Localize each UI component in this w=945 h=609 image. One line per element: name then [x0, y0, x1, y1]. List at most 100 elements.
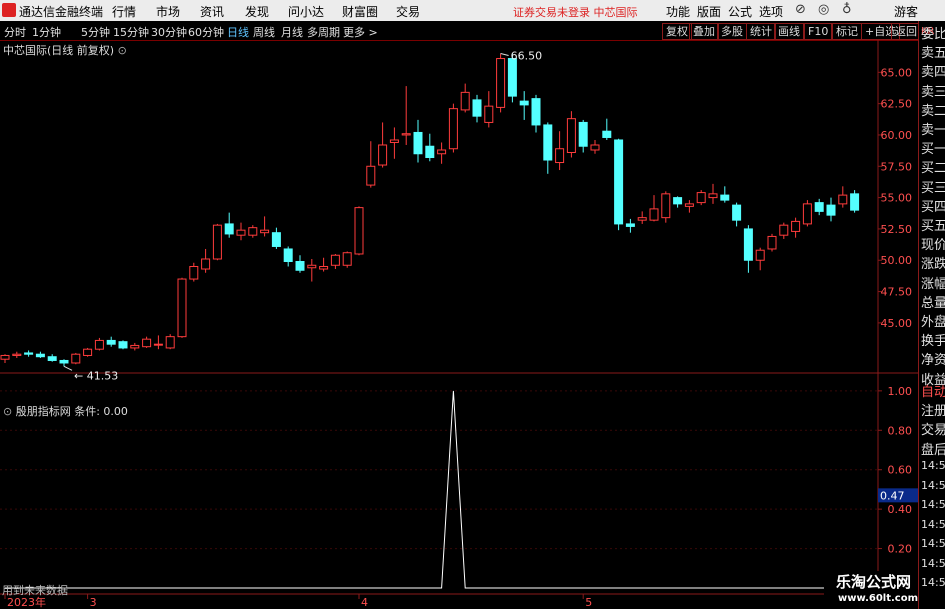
settings-icon[interactable]: ⊘ [795, 2, 806, 17]
panel-time-0: 14:56 [921, 459, 945, 472]
candle-body [767, 235, 777, 250]
candle-body [791, 220, 801, 232]
date-tick-label: 3 [90, 596, 97, 609]
candle-body [838, 194, 848, 205]
candle-body [578, 121, 588, 147]
panel-time-4: 14:56 [921, 537, 945, 550]
chart-title: 中芯国际(日线 前复权) [3, 44, 115, 57]
panel-label-13: 涨幅 [921, 276, 945, 292]
chart-grid [0, 40, 918, 599]
panel-label-14: 总量 [921, 295, 945, 311]
panel-action-2[interactable]: 交易 [921, 422, 945, 440]
candle-body [94, 339, 104, 350]
candle-body [531, 98, 541, 126]
chart-area[interactable]: 66.50 ← 41.53 45.00 47.50 50.00 52.50 55.00 57… [0, 21, 918, 609]
price-tick-label: 47.50 [881, 286, 913, 299]
candle-body [177, 278, 187, 338]
candle-body [496, 58, 506, 108]
candle-body [437, 149, 447, 155]
date-axis: 2023年 3 4 5 [4, 594, 592, 609]
menu-item-function[interactable]: 功能 [666, 3, 690, 20]
candle-body [47, 356, 57, 361]
menu-item-market[interactable]: 行情 [112, 3, 136, 20]
menu-item-news[interactable]: 资讯 [200, 3, 224, 20]
panel-label-10: 买五 [921, 219, 945, 234]
panel-action-0[interactable]: 自动 [921, 384, 945, 402]
candle-body [307, 264, 317, 269]
indicator-tick-label: 1.00 [888, 385, 913, 398]
candle-body [755, 249, 765, 261]
candle-body [389, 139, 399, 143]
annotation-label: ← 41.53 [74, 369, 118, 382]
panel-time-2: 14:56 [921, 498, 945, 511]
candle-body [826, 204, 836, 216]
chevron-down-icon[interactable]: ⊙ [118, 44, 127, 57]
candle-body [614, 139, 624, 225]
panel-label-3: 卖三 [921, 84, 945, 100]
candle-body [130, 344, 140, 349]
menu-item-options[interactable]: 选项 [759, 3, 783, 20]
candle-body [319, 266, 329, 270]
candle-body [401, 133, 411, 136]
watermark: 乐淘公式网 www.60lt.com [824, 571, 918, 607]
chart-annotations: 66.50 ← 41.53 [63, 50, 542, 382]
panel-label-6: 买一 [921, 142, 945, 158]
candle-body [625, 223, 635, 227]
candle-body [283, 248, 293, 262]
candle-body [814, 202, 824, 212]
candle-body [271, 232, 281, 247]
panel-label-17: 净资 [921, 353, 945, 369]
candle-body [555, 148, 565, 164]
app-title: 通达信金融终端 [19, 5, 104, 19]
headset-icon[interactable]: ◎ [818, 2, 829, 17]
candle-body [507, 58, 517, 97]
candle-body [35, 353, 45, 358]
candlestick-series [0, 53, 860, 367]
candle-body [212, 224, 222, 260]
menu-item-trade[interactable]: 交易 [396, 3, 420, 20]
indicator-tick-label: 0.40 [888, 503, 913, 516]
candle-body [153, 343, 163, 346]
menu-item-assistant[interactable]: 问小达 [288, 3, 324, 20]
candle-body [425, 145, 435, 159]
annotation-arrow [500, 53, 509, 57]
menu-item-formula[interactable]: 公式 [728, 3, 752, 20]
panel-label-1: 卖五 [921, 46, 945, 62]
panel-action-3[interactable]: 盘后 [921, 442, 945, 460]
menu-item-wealth[interactable]: 财富圈 [342, 3, 378, 20]
candle-body [566, 118, 576, 154]
guest-label[interactable]: 游客 [894, 3, 918, 20]
candle-body [661, 193, 671, 219]
candle-body [484, 105, 494, 123]
login-notice[interactable]: 证券交易未登录 中芯国际 [513, 4, 638, 20]
menu-item-markets[interactable]: 市场 [156, 3, 180, 20]
panel-action-1[interactable]: 注册 [921, 403, 945, 421]
watermark-title: 乐淘公式网 [836, 573, 912, 591]
candle-body [59, 359, 69, 364]
shirt-icon[interactable]: ♁ [842, 2, 852, 17]
candle-body [850, 193, 860, 211]
chevron-down-icon[interactable]: ⊙ [3, 405, 12, 418]
panel-label-0: 委比 [921, 27, 945, 42]
candle-body [720, 194, 730, 201]
panel-label-12: 涨跌 [921, 257, 945, 273]
candle-body [201, 258, 211, 270]
annotation-label: 66.50 [511, 50, 542, 63]
price-tick-label: 52.50 [881, 223, 913, 236]
candle-body [83, 348, 93, 356]
candle-body [543, 124, 553, 161]
candle-body [236, 229, 246, 236]
menu-item-discover[interactable]: 发现 [245, 3, 269, 20]
watermark-url: www.60lt.com [838, 593, 919, 604]
candle-body [519, 100, 529, 106]
panel-label-5: 卖一 [921, 123, 945, 138]
menu-item-layout[interactable]: 版面 [697, 3, 721, 20]
candle-body [71, 353, 81, 364]
panel-time-3: 14:56 [921, 517, 945, 531]
candle-body [602, 130, 612, 138]
candle-body [472, 99, 482, 117]
candle-body [708, 193, 718, 199]
indicator-tick-label: 0.80 [888, 424, 913, 437]
price-axis: 45.00 47.50 50.00 52.50 55.00 57.50 60.00 62.50… [878, 66, 912, 330]
candle-body [732, 204, 742, 221]
